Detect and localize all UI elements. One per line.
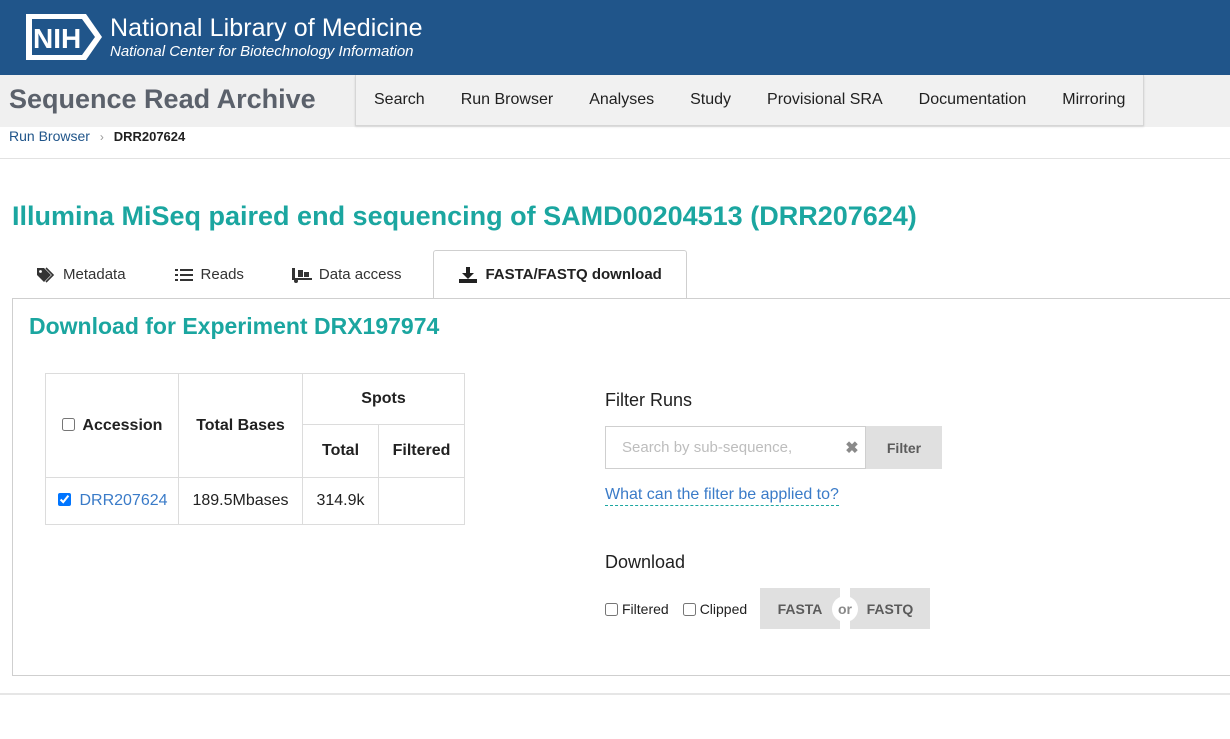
sra-title[interactable]: Sequence Read Archive xyxy=(9,84,316,115)
filter-input[interactable] xyxy=(605,426,839,469)
breadcrumb-run-browser[interactable]: Run Browser xyxy=(9,128,90,144)
download-options: Filtered Clipped xyxy=(605,601,747,617)
col-spots-filtered: Filtered xyxy=(378,424,465,478)
nav-provisional-sra[interactable]: Provisional SRA xyxy=(749,75,901,125)
filtered-option[interactable]: Filtered xyxy=(605,601,669,617)
tab-bar: Metadata Reads Data access FASTA/FASTQ d… xyxy=(12,250,687,299)
col-total-bases: Total Bases xyxy=(178,373,303,478)
nih-logo[interactable]: NIH xyxy=(24,12,104,62)
tab-metadata-label: Metadata xyxy=(63,266,126,283)
tab-data-access[interactable]: Data access xyxy=(268,250,426,299)
nav-study[interactable]: Study xyxy=(672,75,749,125)
chevron-right-icon: › xyxy=(99,130,104,144)
download-icon xyxy=(458,266,478,283)
top-nav: Search Run Browser Analyses Study Provis… xyxy=(355,75,1145,126)
divider xyxy=(0,693,1230,695)
nih-subtitle: National Center for Biotechnology Inform… xyxy=(110,43,414,60)
fastq-button[interactable]: FASTQ xyxy=(850,588,930,629)
tab-data-access-label: Data access xyxy=(318,266,402,283)
fasta-button[interactable]: FASTA xyxy=(760,588,840,629)
cell-spots-total: 314.9k xyxy=(302,477,379,525)
col-accession: Accession xyxy=(45,373,179,478)
tab-fasta-fastq-label: FASTA/FASTQ download xyxy=(485,266,662,283)
filter-heading: Filter Runs xyxy=(605,390,693,410)
tab-metadata[interactable]: Metadata xyxy=(12,250,150,299)
breadcrumb-current: DRR207624 xyxy=(113,129,186,144)
cell-accession: DRR207624 xyxy=(45,477,179,525)
select-all-checkbox[interactable] xyxy=(61,417,75,431)
page-title: Illumina MiSeq paired end sequencing of … xyxy=(12,201,917,231)
truck-loading-icon xyxy=(291,267,312,283)
col-spots: Spots xyxy=(302,373,465,425)
filtered-label: Filtered xyxy=(622,601,669,617)
accession-link[interactable]: DRR207624 xyxy=(79,492,167,509)
tab-fasta-fastq-download[interactable]: FASTA/FASTQ download xyxy=(433,250,687,299)
clipped-label: Clipped xyxy=(699,601,748,617)
nih-title[interactable]: National Library of Medicine xyxy=(110,14,423,43)
download-title: Download for Experiment DRX197974 xyxy=(29,313,440,339)
row-checkbox[interactable] xyxy=(58,493,71,506)
list-icon xyxy=(174,267,194,283)
filtered-checkbox[interactable] xyxy=(605,602,618,616)
nav-run-browser[interactable]: Run Browser xyxy=(443,75,571,125)
filter-button[interactable]: Filter xyxy=(866,426,942,469)
nih-header: NIH National Library of Medicine Nationa… xyxy=(0,0,1230,75)
cell-spots-filtered xyxy=(378,477,465,525)
clipped-option[interactable]: Clipped xyxy=(682,601,748,617)
sra-bar: Sequence Read Archive Search Run Browser… xyxy=(0,75,1230,127)
tags-icon xyxy=(36,266,56,283)
tab-reads[interactable]: Reads xyxy=(150,250,268,299)
col-accession-label: Accession xyxy=(82,416,163,434)
runs-table: Accession Total Bases Spots Total Filter… xyxy=(45,373,465,525)
breadcrumb: Run Browser › DRR207624 xyxy=(9,128,185,144)
divider xyxy=(0,158,1230,159)
filter-group: ✖ Filter xyxy=(605,426,942,469)
nav-mirroring[interactable]: Mirroring xyxy=(1044,75,1143,125)
nav-documentation[interactable]: Documentation xyxy=(901,75,1045,125)
col-spots-total: Total xyxy=(302,424,379,478)
clear-icon[interactable]: ✖ xyxy=(839,426,866,469)
nih-logo-text: NIH xyxy=(33,23,81,54)
table-row: DRR207624 189.5Mbases 314.9k xyxy=(45,477,465,525)
cell-total-bases: 189.5Mbases xyxy=(178,477,303,525)
clipped-checkbox[interactable] xyxy=(682,602,696,616)
filter-help-link[interactable]: What can the filter be applied to? xyxy=(605,486,839,506)
download-heading: Download xyxy=(605,552,686,572)
nav-analyses[interactable]: Analyses xyxy=(571,75,672,125)
nav-search[interactable]: Search xyxy=(356,75,443,125)
download-buttons: FASTA or FASTQ xyxy=(760,588,930,629)
tab-reads-label: Reads xyxy=(200,266,244,283)
or-separator: or xyxy=(832,595,858,622)
